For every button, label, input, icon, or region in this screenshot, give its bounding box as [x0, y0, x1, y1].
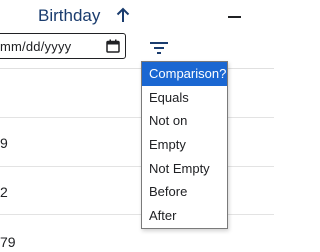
- minus-icon[interactable]: [228, 16, 241, 18]
- sort-ascending-icon[interactable]: [114, 6, 132, 24]
- menu-item-empty[interactable]: Empty: [142, 133, 227, 157]
- table-cell: 79: [0, 234, 16, 250]
- date-filter-input[interactable]: mm/dd/yyyy: [0, 33, 126, 59]
- row-divider: [0, 214, 274, 215]
- row-divider: [0, 117, 274, 118]
- table-cell: 9: [0, 135, 8, 151]
- date-input-value: mm/dd/yyyy: [0, 39, 72, 54]
- menu-item-equals[interactable]: Equals: [142, 86, 227, 110]
- filter-condition-dropdown[interactable]: Comparison? Equals Not on Empty Not Empt…: [141, 61, 228, 229]
- menu-item-comparison[interactable]: Comparison?: [142, 62, 227, 86]
- row-divider: [0, 166, 274, 167]
- menu-item-before[interactable]: Before: [142, 180, 227, 204]
- menu-item-not-on[interactable]: Not on: [142, 109, 227, 133]
- menu-item-after[interactable]: After: [142, 204, 227, 228]
- column-header: Birthday mm/dd/yyyy: [0, 0, 274, 69]
- table-cell: 2: [0, 184, 8, 200]
- column-title[interactable]: Birthday: [38, 6, 100, 26]
- calendar-icon[interactable]: [106, 39, 120, 53]
- menu-item-not-empty[interactable]: Not Empty: [142, 157, 227, 181]
- filter-icon[interactable]: [149, 40, 169, 56]
